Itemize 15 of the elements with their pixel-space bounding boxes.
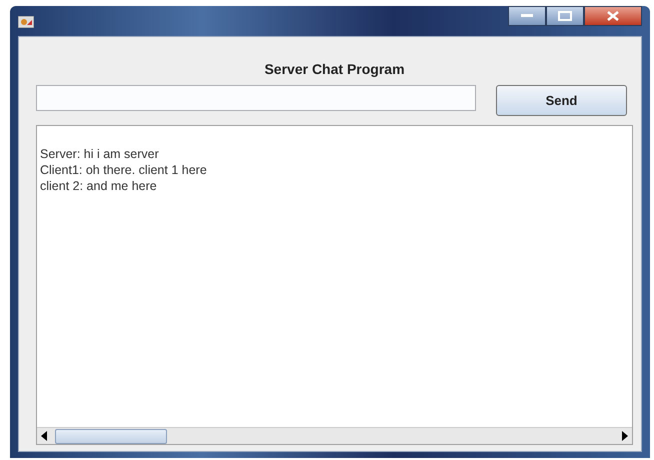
maximize-icon (558, 11, 572, 21)
horizontal-scrollbar[interactable] (37, 427, 632, 444)
minimize-button[interactable] (508, 6, 546, 26)
minimize-icon (521, 14, 533, 18)
chat-message: Client1: oh there. client 1 here (40, 162, 208, 178)
app-heading: Server Chat Program (263, 61, 406, 77)
maximize-button[interactable] (546, 6, 584, 26)
scroll-thumb[interactable] (55, 428, 167, 444)
chat-message: client 2: and me here (40, 178, 158, 194)
app-icon (18, 16, 34, 28)
close-button[interactable] (584, 6, 642, 26)
close-icon (607, 11, 619, 21)
send-button[interactable]: Send (496, 85, 627, 116)
message-field[interactable] (36, 85, 476, 111)
chat-message: Server: hi i am server (40, 146, 160, 162)
